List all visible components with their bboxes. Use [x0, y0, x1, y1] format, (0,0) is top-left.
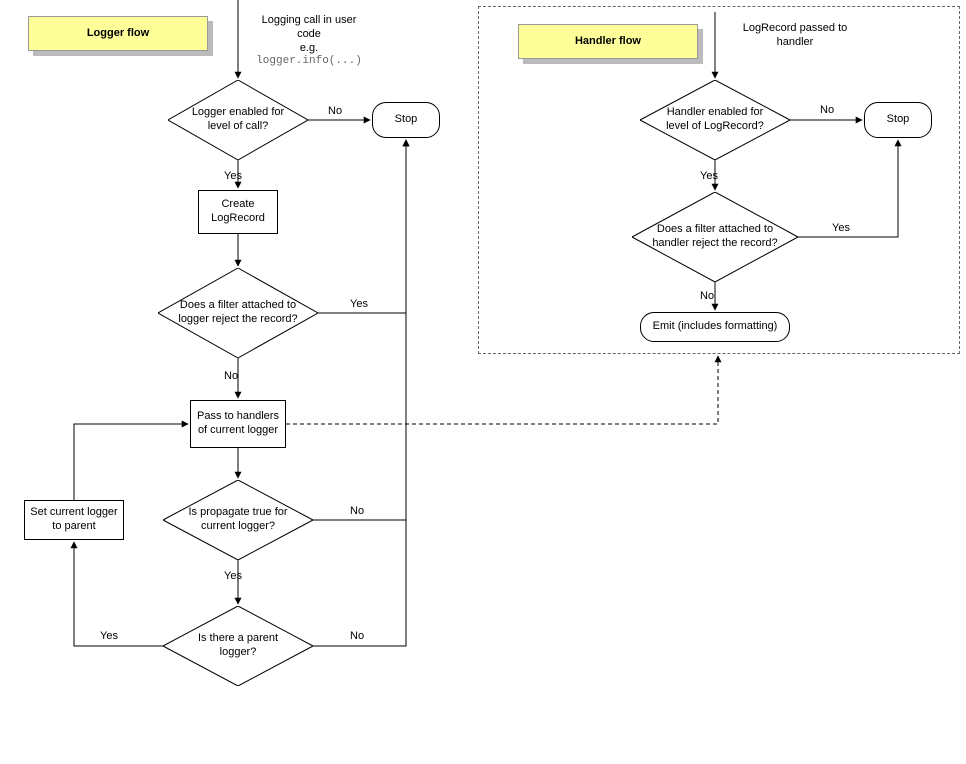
logger-title: Logger flow — [28, 16, 208, 51]
handler-entry-label: LogRecord passed to handler — [730, 22, 860, 50]
decision-logger-filter: Does a filter attached to logger reject … — [158, 268, 318, 358]
stop-logger: Stop — [372, 102, 440, 138]
decision-logger-level: Logger enabled for level of call? — [168, 80, 308, 160]
label-no-d1: No — [328, 105, 342, 119]
label-yes-d2: Yes — [350, 298, 368, 312]
decision-handler-filter: Does a filter attached to handler reject… — [632, 192, 798, 282]
handler-title: Handler flow — [518, 24, 698, 59]
label-no-d4: No — [350, 630, 364, 644]
label-no-d3: No — [350, 505, 364, 519]
handler-title-text: Handler flow — [575, 35, 641, 47]
label-yes-d4: Yes — [100, 630, 118, 644]
label-no-hd1: No — [820, 104, 834, 118]
label-no-hd2: No — [700, 290, 714, 304]
process-pass-handlers: Pass to handlers of current logger — [190, 400, 286, 448]
label-yes-hd1: Yes — [700, 170, 718, 184]
process-set-parent: Set current logger to parent — [24, 500, 124, 540]
label-yes-d3: Yes — [224, 570, 242, 584]
stop-handler: Stop — [864, 102, 932, 138]
decision-parent-logger: Is there a parent logger? — [163, 606, 313, 686]
label-yes-d1: Yes — [224, 170, 242, 184]
decision-handler-level: Handler enabled for level of LogRecord? — [640, 80, 790, 160]
logger-title-text: Logger flow — [87, 27, 149, 39]
label-no-d2: No — [224, 370, 238, 384]
process-create-logrecord: Create LogRecord — [198, 190, 278, 234]
label-yes-hd2: Yes — [832, 222, 850, 236]
decision-propagate: Is propagate true for current logger? — [163, 480, 313, 560]
flowchart-canvas: Logger flow Logging call in user code e.… — [0, 0, 966, 764]
terminator-emit: Emit (includes formatting) — [640, 312, 790, 342]
logger-entry-label: Logging call in user code e.g. logger.in… — [244, 14, 374, 69]
